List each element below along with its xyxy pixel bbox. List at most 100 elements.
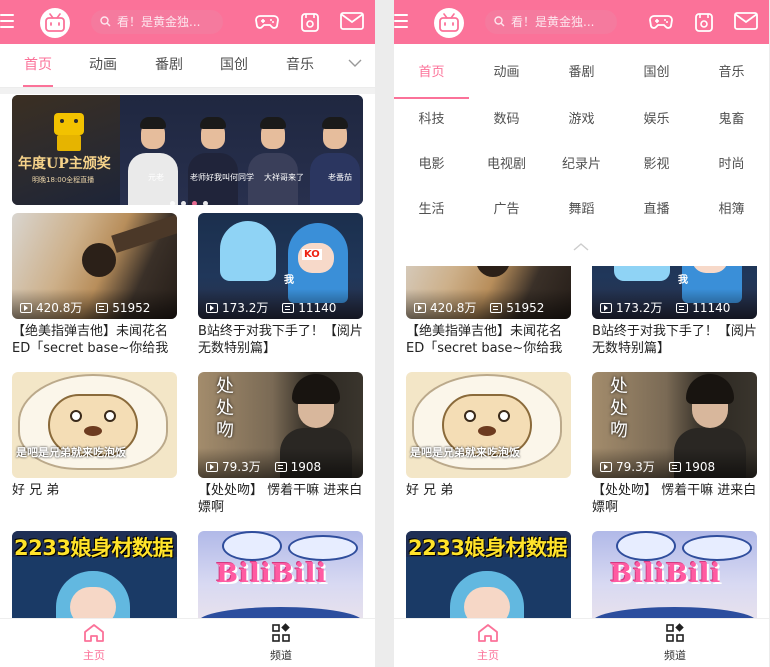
chevron-up-icon[interactable] [573, 242, 589, 252]
video-card[interactable]: 是吧是兄弟就来吃泡饭 好 兄 弟 [12, 372, 177, 516]
video-title[interactable]: 好 兄 弟 [406, 482, 571, 516]
channel-item[interactable]: 科技 [394, 110, 469, 130]
download-icon[interactable] [694, 11, 714, 33]
nav-channels[interactable]: 频道 [645, 623, 705, 663]
calligraphy-text: 处处吻 [216, 376, 234, 441]
play-count-icon [20, 303, 32, 313]
carousel-dots[interactable] [170, 191, 214, 205]
video-title[interactable]: 【处处吻】 愣着干嘛 进来白嫖啊 [592, 482, 757, 516]
channel-item[interactable]: 娱乐 [619, 110, 694, 130]
video-thumbnail[interactable]: 是吧是兄弟就来吃泡饭 [406, 372, 571, 478]
play-count-icon [600, 462, 612, 472]
person-photo [310, 113, 360, 205]
channel-item[interactable]: 相簿 [694, 200, 769, 220]
danmaku-icon [676, 303, 689, 313]
video-title[interactable]: B站终于对我下手了！【阅片无数特别篇】 [592, 323, 757, 357]
video-title[interactable]: 【绝美指弹吉他】未闻花名ED「secret base~你给我的所 [406, 323, 571, 357]
channel-item[interactable]: 纪录片 [544, 155, 619, 175]
channel-item[interactable]: 影视 [619, 155, 694, 175]
view-count: 79.3万 [222, 460, 261, 474]
video-stats: 79.3万 1908 [198, 448, 363, 478]
video-card[interactable]: 420.8万 51952 【绝美指弹吉他】未闻花名ED「secret base~… [12, 213, 177, 357]
tab-anime[interactable]: 动画 [78, 44, 128, 86]
search-input[interactable]: 看！是黄金独... [91, 10, 223, 34]
game-icon[interactable] [255, 11, 279, 31]
avatar[interactable] [434, 8, 464, 38]
mail-icon[interactable] [340, 11, 364, 31]
banner-caption: 老师好我叫何同学 [190, 173, 254, 182]
person-photo [248, 113, 298, 205]
video-card[interactable]: 处处吻 79.3万 1908 【处处吻】 愣着干嘛 进来白嫖啊 [592, 372, 757, 516]
channel-item[interactable]: 数码 [469, 110, 544, 130]
video-stats: 173.2万 11140 [592, 289, 757, 319]
channel-item[interactable]: 直播 [619, 200, 694, 220]
video-stats: 420.8万 51952 [406, 289, 571, 319]
download-icon[interactable] [300, 11, 320, 33]
video-title[interactable]: B站终于对我下手了！【阅片无数特别篇】 [198, 323, 363, 357]
channel-item[interactable]: 首页 [394, 63, 469, 83]
channel-item[interactable]: 鬼畜 [694, 110, 769, 130]
danmaku-count: 51952 [112, 301, 151, 315]
channel-item[interactable]: 舞蹈 [544, 200, 619, 220]
danmaku-count: 11140 [298, 301, 337, 315]
nav-channels[interactable]: 频道 [251, 623, 311, 663]
home-screen: 看！是黄金独... 首页 动画 番剧 国创 音乐 年度UP主颁奖 明晚18:00… [0, 0, 375, 667]
channel-item[interactable]: 国创 [619, 63, 694, 83]
channel-item[interactable]: 电影 [394, 155, 469, 175]
game-icon[interactable] [649, 11, 673, 31]
danmaku-icon [274, 462, 287, 472]
danmaku-icon [668, 462, 681, 472]
promo-banner[interactable]: 年度UP主颁奖 明晚18:00全程直播 元老 老师好我叫何同学 大祥哥来了 老番… [12, 95, 363, 205]
tab-guochuang[interactable]: 国创 [209, 44, 259, 86]
channel-item[interactable]: 番剧 [544, 63, 619, 83]
channel-panel: 首页 动画 番剧 国创 音乐 科技 数码 游戏 娱乐 鬼畜 电影 电视剧 纪录片… [394, 44, 769, 266]
video-thumbnail[interactable]: 是吧是兄弟就来吃泡饭 [12, 372, 177, 478]
video-thumbnail[interactable]: 处处吻 79.3万 1908 [198, 372, 363, 478]
banner-caption: 大祥哥来了 [264, 173, 304, 182]
video-card[interactable]: KO我 173.2万 11140 B站终于对我下手了！【阅片无数特别篇】 [198, 213, 363, 357]
channel-item[interactable]: 广告 [469, 200, 544, 220]
search-placeholder: 看！是黄金独... [511, 15, 595, 29]
danmaku-icon [96, 303, 109, 313]
video-thumbnail[interactable]: KO我 173.2万 11140 [198, 213, 363, 319]
channel-item[interactable]: 游戏 [544, 110, 619, 130]
channel-item[interactable]: 生活 [394, 200, 469, 220]
nav-channels-label: 频道 [270, 649, 292, 662]
bilibili-logo-text: BiliBili [610, 559, 722, 589]
video-title[interactable]: 好 兄 弟 [12, 482, 177, 516]
tab-bangumi[interactable]: 番剧 [144, 44, 194, 86]
search-icon [494, 16, 505, 27]
channel-item[interactable]: 时尚 [694, 155, 769, 175]
menu-icon[interactable] [394, 14, 408, 28]
tab-music[interactable]: 音乐 [275, 44, 325, 86]
search-placeholder: 看！是黄金独... [117, 15, 201, 29]
channel-item[interactable]: 音乐 [694, 63, 769, 83]
danmaku-count: 11140 [692, 301, 731, 315]
video-card[interactable]: 是吧是兄弟就来吃泡饭 好 兄 弟 [406, 372, 571, 516]
play-count-icon [206, 462, 218, 472]
video-title[interactable]: 【处处吻】 愣着干嘛 进来白嫖啊 [198, 482, 363, 516]
tab-home[interactable]: 首页 [13, 44, 63, 87]
video-title[interactable]: 【绝美指弹吉他】未闻花名ED「secret base~你给我的所 [12, 323, 177, 357]
video-card[interactable]: 处处吻 79.3万 1908 【处处吻】 愣着干嘛 进来白嫖啊 [198, 372, 363, 516]
play-count-icon [414, 303, 426, 313]
top-bar: 看！是黄金独... [394, 0, 769, 44]
chevron-down-icon[interactable] [348, 58, 362, 68]
video-thumbnail[interactable]: 处处吻 79.3万 1908 [592, 372, 757, 478]
danmaku-count: 1908 [684, 460, 716, 474]
thumbnail-headline: 2233娘身材数据 [14, 536, 173, 560]
nav-home[interactable]: 主页 [64, 623, 124, 663]
tv-mascot-body [57, 135, 81, 151]
nav-home[interactable]: 主页 [458, 623, 518, 663]
video-thumbnail[interactable]: 420.8万 51952 [12, 213, 177, 319]
channel-item[interactable]: 电视剧 [469, 155, 544, 175]
channel-item[interactable]: 动画 [469, 63, 544, 83]
bilibili-tv-icon [45, 13, 65, 32]
search-input[interactable]: 看！是黄金独... [485, 10, 617, 34]
menu-icon[interactable] [0, 14, 14, 28]
mail-icon[interactable] [734, 11, 758, 31]
nav-home-label: 主页 [83, 649, 105, 662]
thumbnail-headline: 2233娘身材数据 [408, 536, 567, 560]
avatar[interactable] [40, 8, 70, 38]
view-count: 79.3万 [616, 460, 655, 474]
